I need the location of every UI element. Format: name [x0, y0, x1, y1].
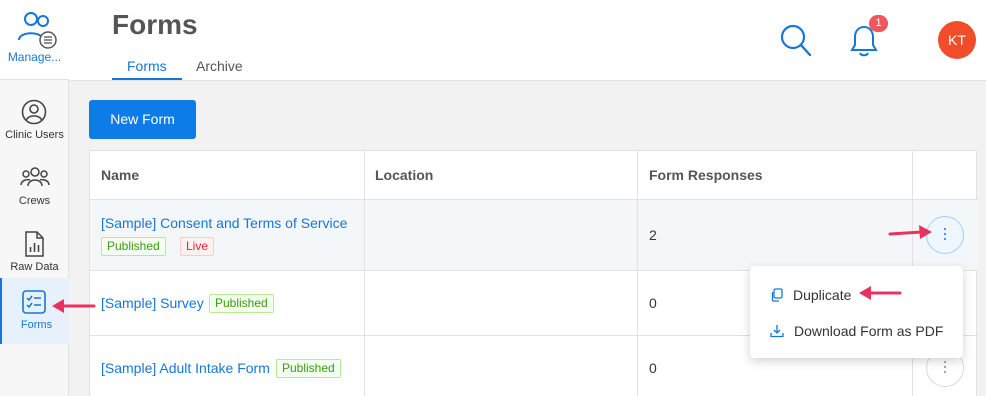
sidebar-item-label: Raw Data [10, 261, 59, 273]
notification-badge: 1 [869, 15, 888, 32]
column-divider [364, 151, 365, 396]
status-badge-live: Live [180, 237, 215, 256]
sidebar-item-raw-data[interactable]: Raw Data [0, 220, 69, 286]
form-name-link[interactable]: [Sample] Survey [101, 295, 204, 311]
form-responses-count: 0 [649, 295, 657, 311]
column-header-location: Location [375, 167, 434, 183]
sidebar-manage-label: Manage... [7, 50, 62, 64]
copy-icon [771, 288, 783, 302]
column-header-name: Name [101, 167, 140, 183]
tab-archive[interactable]: Archive [196, 58, 243, 74]
status-badge-published: Published [209, 294, 274, 313]
new-form-button[interactable]: New Form [89, 100, 196, 139]
sidebar-item-label: Clinic Users [5, 129, 64, 141]
sidebar-item-label: Forms [20, 319, 53, 331]
kebab-icon [944, 228, 947, 242]
table-row-highlight [90, 199, 978, 270]
users-group-icon [20, 167, 50, 187]
sidebar-manage[interactable]: Manage... [0, 0, 69, 80]
status-badge-published: Published [276, 359, 341, 378]
sidebar-item-clinic-users[interactable]: Clinic Users [0, 88, 69, 154]
annotation-arrow-icon [52, 299, 96, 313]
tab-forms[interactable]: Forms [127, 58, 167, 74]
form-responses-count: 2 [649, 227, 657, 243]
row-actions-menu: Duplicate Download Form as PDF [750, 266, 963, 358]
kebab-icon [944, 361, 947, 375]
active-tab-indicator [112, 78, 182, 80]
page-title: Forms [112, 9, 198, 40]
search-icon[interactable] [780, 24, 812, 58]
avatar[interactable]: KT [938, 21, 976, 59]
menu-item-label: Duplicate [793, 287, 852, 303]
annotation-arrow-icon [888, 225, 932, 239]
checklist-icon [22, 290, 46, 314]
annotation-arrow-icon [859, 286, 902, 300]
form-name-link[interactable]: [Sample] Consent and Terms of Service [101, 215, 347, 231]
column-header-form-responses: Form Responses [649, 167, 763, 183]
user-circle-icon [21, 99, 47, 125]
sidebar-item-crews[interactable]: Crews [0, 154, 69, 220]
sidebar: Manage... Clinic Users Crews Raw Data Fo… [0, 0, 69, 396]
page-header: Forms Forms Archive 1 KT [69, 0, 986, 81]
column-divider [637, 151, 638, 396]
chart-document-icon [25, 231, 44, 257]
users-list-icon [18, 12, 57, 49]
form-name-link[interactable]: [Sample] Adult Intake Form [101, 360, 270, 376]
row-divider [90, 199, 978, 200]
download-icon [770, 325, 784, 338]
form-responses-count: 0 [649, 360, 657, 376]
menu-item-download-pdf[interactable]: Download Form as PDF [750, 314, 963, 348]
menu-item-label: Download Form as PDF [794, 323, 944, 339]
status-badge-published: Published [101, 237, 166, 256]
sidebar-item-label: Crews [18, 195, 51, 207]
